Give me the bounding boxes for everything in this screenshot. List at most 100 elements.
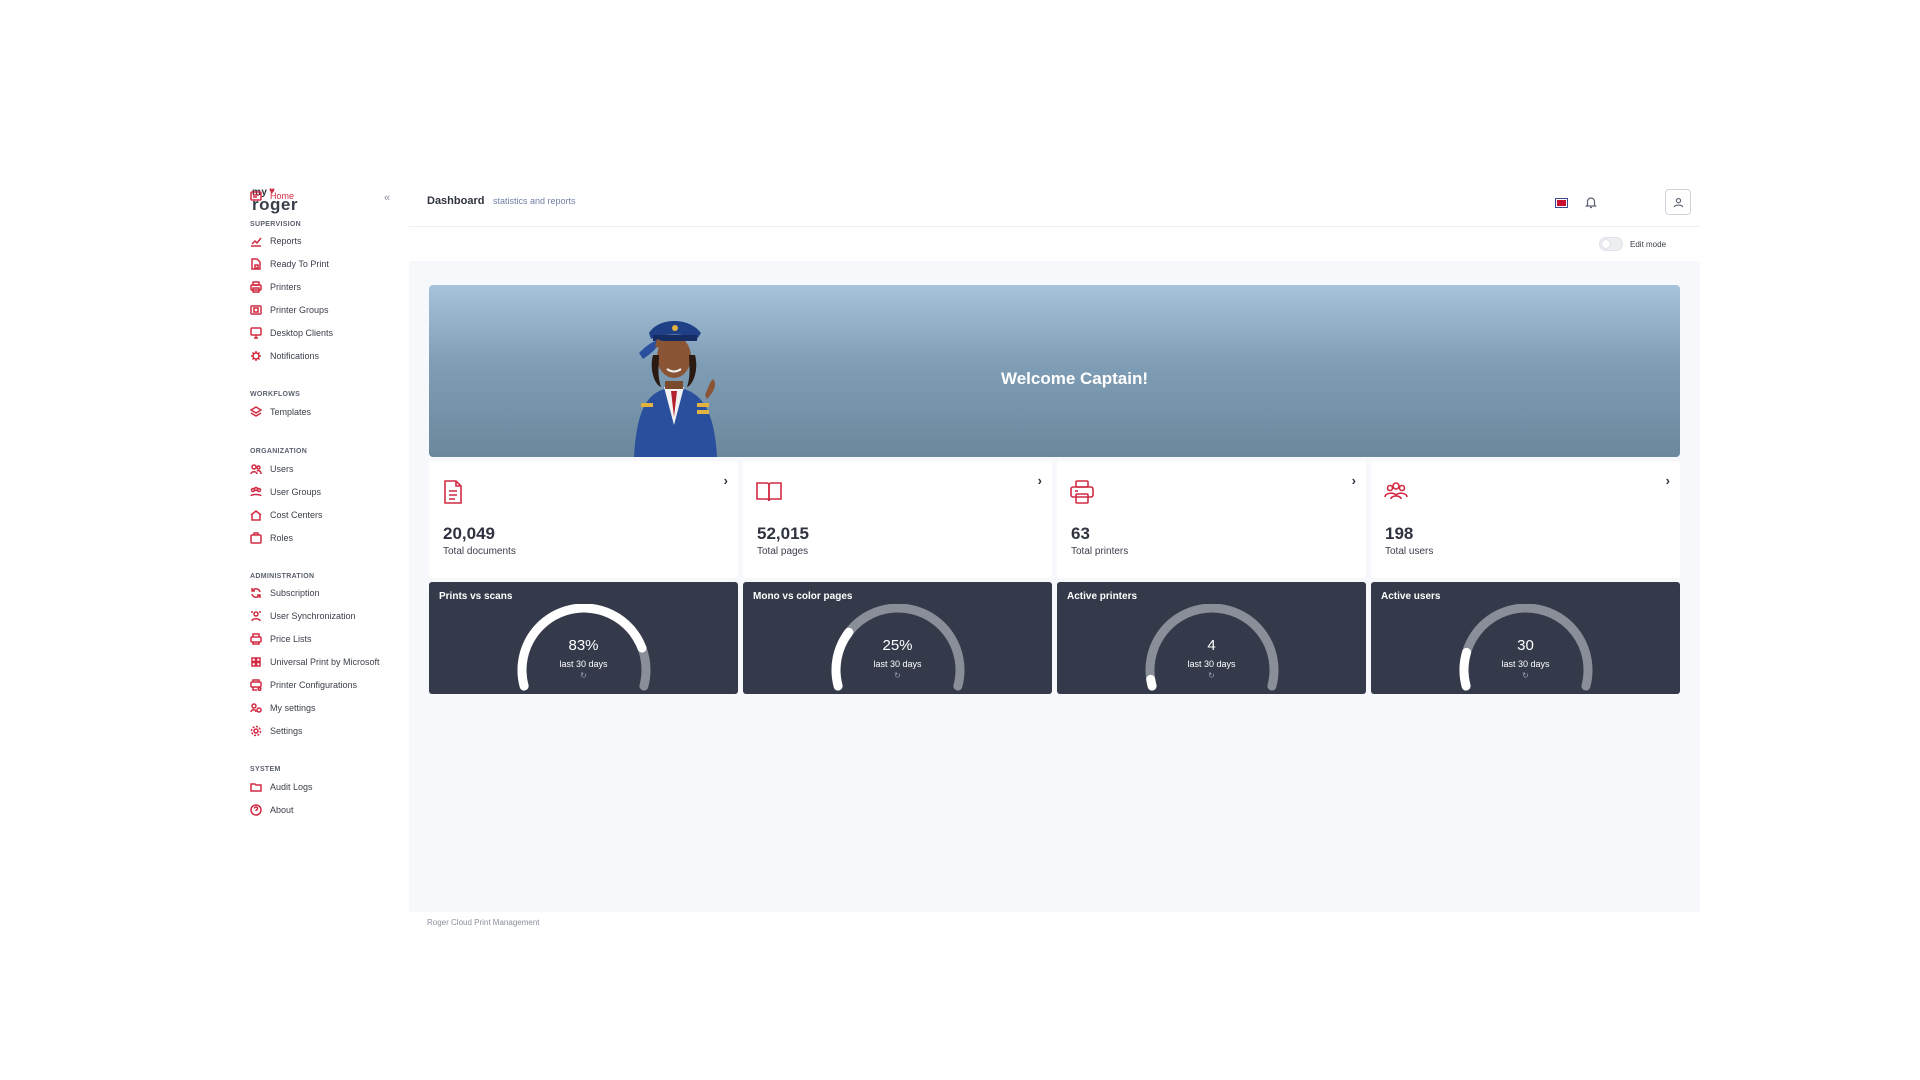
refresh-icon[interactable]: ↻: [1371, 671, 1680, 680]
users-icon: [250, 463, 262, 475]
stat-card-printers[interactable]: › 63 Total printers: [1057, 461, 1366, 578]
app-window: my ♥ roger « Home SUPERVISION Reports Re…: [245, 177, 1700, 932]
sidebar-item-label: Roles: [270, 533, 294, 543]
monitor-icon: [250, 327, 262, 339]
stat-label: Total users: [1385, 546, 1434, 557]
sidebar-item-ready-to-print[interactable]: Ready To Print: [250, 256, 329, 272]
sidebar-section-title: ORGANIZATION: [250, 448, 308, 455]
home-icon: [250, 190, 262, 202]
sidebar-item-user-synchronization[interactable]: User Synchronization: [250, 608, 356, 624]
sidebar-item-label: Audit Logs: [270, 782, 313, 792]
user-group-icon: [250, 486, 262, 498]
refresh-icon: [250, 587, 262, 599]
folder-icon: [250, 781, 262, 793]
refresh-icon[interactable]: ↻: [1057, 671, 1366, 680]
sidebar-item-printer-configurations[interactable]: Printer Configurations: [250, 677, 357, 693]
book-icon: [755, 479, 782, 505]
sidebar-item-desktop-clients[interactable]: Desktop Clients: [250, 325, 333, 341]
bell-icon[interactable]: [1584, 195, 1598, 209]
sidebar-item-label: Notifications: [270, 351, 320, 361]
edit-mode-label: Edit mode: [1630, 240, 1667, 249]
sidebar-item-label: Reports: [270, 236, 302, 246]
sidebar-item-label: Settings: [270, 726, 303, 736]
sidebar-item-label: Ready To Print: [270, 259, 329, 269]
help-icon: [250, 804, 262, 816]
sidebar-item-label: Printers: [270, 282, 302, 292]
gauge-value: 4: [1207, 637, 1216, 654]
layers-icon: [250, 406, 262, 418]
gauge-title: Prints vs scans: [439, 591, 513, 602]
edit-mode-bar: Edit mode: [409, 227, 1700, 261]
sidebar-item-users[interactable]: Users: [250, 461, 294, 477]
user-settings-icon: [250, 702, 262, 714]
stat-label: Total documents: [443, 546, 516, 557]
sidebar-item-label: Home: [270, 191, 295, 201]
sidebar-item-cost-centers[interactable]: Cost Centers: [250, 507, 323, 523]
sidebar-item-label: Desktop Clients: [270, 328, 334, 338]
sidebar-item-about[interactable]: About: [250, 802, 294, 818]
sidebar-item-price-lists[interactable]: Price Lists: [250, 631, 312, 647]
briefcase-icon: [250, 532, 262, 544]
printer-config-icon: [250, 679, 262, 691]
stat-label: Total printers: [1071, 546, 1129, 557]
stat-value: 20,049: [443, 524, 495, 543]
chevron-right-icon[interactable]: ›: [724, 473, 728, 488]
sync-users-icon: [250, 610, 262, 622]
sidebar-item-label: Users: [270, 464, 294, 474]
sidebar-item-templates[interactable]: Templates: [250, 404, 311, 420]
welcome-text: Welcome Captain!: [1000, 369, 1149, 388]
sidebar-item-audit-logs[interactable]: Audit Logs: [250, 779, 313, 795]
sidebar-section-title: SUPERVISION: [250, 221, 302, 228]
sidebar-item-universal-print[interactable]: Universal Print by Microsoft: [250, 654, 380, 670]
stat-card-documents[interactable]: › 20,049 Total documents: [429, 461, 738, 578]
sidebar-item-settings[interactable]: Settings: [250, 723, 303, 739]
sidebar-item-label: User Synchronization: [270, 611, 356, 621]
printer-icon: [250, 281, 262, 293]
sidebar-item-reports[interactable]: Reports: [250, 233, 302, 249]
gauge-card: Active users 30 last 30 days ↻: [1371, 582, 1680, 694]
sidebar-item-label: Price Lists: [270, 634, 312, 644]
gauge-period: last 30 days: [873, 659, 922, 669]
gauge-title: Mono vs color pages: [753, 591, 853, 602]
edit-mode-toggle[interactable]: [1599, 237, 1623, 251]
sidebar-item-printers[interactable]: Printers: [250, 279, 301, 295]
refresh-icon[interactable]: ↻: [429, 671, 738, 680]
stat-value: 52,015: [757, 524, 809, 543]
sidebar-item-my-settings[interactable]: My settings: [250, 700, 316, 716]
sidebar-item-label: Subscription: [270, 588, 320, 598]
chevron-right-icon[interactable]: ›: [1038, 473, 1042, 488]
page-title: Dashboard: [427, 195, 485, 207]
stat-label: Total pages: [757, 546, 809, 557]
printer-group-icon: [250, 304, 262, 316]
language-flag-icon[interactable]: [1555, 198, 1568, 208]
sidebar-item-label: Printer Configurations: [270, 680, 358, 690]
gauge-title: Active users: [1381, 591, 1441, 602]
stat-card-users[interactable]: › 198 Total users: [1371, 461, 1680, 578]
printer-icon: [1069, 479, 1094, 505]
gauge-value: 25%: [882, 637, 913, 654]
sidebar-item-label: Universal Print by Microsoft: [270, 657, 380, 667]
refresh-icon[interactable]: ↻: [743, 671, 1052, 680]
sidebar-item-label: About: [270, 805, 294, 815]
sidebar-item-home[interactable]: Home: [250, 188, 294, 204]
gear-icon: [250, 725, 262, 737]
chevron-right-icon[interactable]: ›: [1352, 473, 1356, 488]
sidebar-section-title: SYSTEM: [250, 766, 281, 773]
user-avatar-button[interactable]: [1665, 189, 1691, 215]
welcome-banner: Welcome Captain!: [429, 285, 1680, 457]
sidebar-item-user-groups[interactable]: User Groups: [250, 484, 321, 500]
users-icon: [1383, 479, 1408, 505]
sidebar-item-notifications[interactable]: Notifications: [250, 348, 319, 364]
sidebar-item-roles[interactable]: Roles: [250, 530, 293, 546]
sidebar-section-title: ADMINISTRATION: [250, 573, 315, 580]
gauge-card: Active printers 4 last 30 days ↻: [1057, 582, 1366, 694]
gauge-period: last 30 days: [1187, 659, 1236, 669]
price-printer-icon: [250, 633, 262, 645]
chart-icon: [250, 235, 262, 247]
sidebar: my ♥ roger « Home SUPERVISION Reports Re…: [245, 177, 409, 912]
sidebar-item-printer-groups[interactable]: Printer Groups: [250, 302, 329, 318]
sidebar-item-subscription[interactable]: Subscription: [250, 585, 320, 601]
collapse-sidebar-icon[interactable]: «: [380, 191, 394, 205]
chevron-right-icon[interactable]: ›: [1666, 473, 1670, 488]
stat-card-pages[interactable]: › 52,015 Total pages: [743, 461, 1052, 578]
